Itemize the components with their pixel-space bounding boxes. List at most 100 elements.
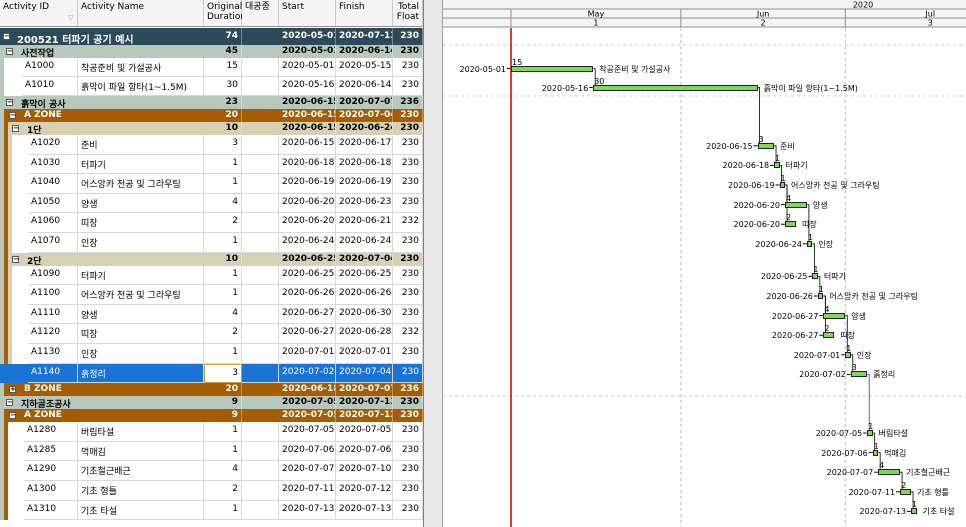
total-float-cell: 230 <box>393 409 423 423</box>
wbs-band-wbs1[interactable]: − 흙막이 공사 23 2020-06-15 2020-07-07 236 <box>0 96 423 109</box>
col-header-finish-label: Finish <box>339 2 365 12</box>
table-row[interactable]: A1285 먹매김 1 2020-07-06 2020-07-06 230 <box>0 441 423 462</box>
table-row[interactable]: A1280 버림타설 1 2020-07-05 2020-07-05 230 <box>0 422 423 442</box>
collapse-icon[interactable]: − <box>9 112 16 119</box>
collapse-icon[interactable]: − <box>6 48 13 55</box>
orig-duration-cell: 1 <box>204 500 242 521</box>
activity-name-cell: 어스앙카 천공 및 그라우팅 <box>78 285 204 305</box>
indent-guide <box>0 109 4 122</box>
activity-name-cell: 기초 타설 <box>78 500 204 521</box>
wbs-band-wbs1[interactable]: − 지하골조공사 9 2020-07-05 2020-07-13 230 <box>0 396 423 410</box>
table-row[interactable]: A1140 흙정리 3 2020-07-02 2020-07-04 230 <box>0 363 423 384</box>
finish-date-cell: 2020-06-14 <box>336 45 393 58</box>
bar-duration-label: 1 <box>873 441 879 451</box>
table-row[interactable]: A1050 양생 4 2020-06-20 2020-06-23 230 <box>0 193 423 214</box>
total-float-cell: 232 <box>393 213 423 233</box>
start-date-cell: 2020-06-18 <box>279 154 336 175</box>
wbs-band-zone[interactable]: + B ZONE 20 2020-06-18 2020-07-07 236 <box>0 383 423 397</box>
table-row[interactable]: A1090 터파기 1 2020-06-25 2020-06-25 230 <box>0 265 423 286</box>
bar-name-label: 기초철근배근 <box>906 468 951 478</box>
bar-duration-label: 15 <box>512 57 523 67</box>
wbs-band-project[interactable]: −200521 터파기 공기 예시 74 2020-05-01 2020-07-13 2… <box>0 28 423 45</box>
orig-duration-cell: 1 <box>204 344 242 364</box>
activity-name-cell: 양생 <box>78 193 204 214</box>
finish-date-cell: 2020-06-25 <box>336 265 393 286</box>
col-header-activity-name[interactable]: Activity Name <box>78 0 204 27</box>
table-row[interactable]: A1130 인장 1 2020-07-01 2020-07-01 230 <box>0 344 423 364</box>
timescale-year: 2020 <box>853 1 873 10</box>
finish-date-cell: 2020-07-07 <box>336 96 393 109</box>
collapse-icon[interactable]: − <box>12 255 19 263</box>
table-row[interactable]: A1290 기초철근배근 4 2020-07-07 2020-07-10 230 <box>0 461 423 481</box>
activity-bar[interactable] <box>593 84 758 91</box>
table-row[interactable]: A1020 준비 3 2020-06-15 2020-06-17 230 <box>0 135 423 155</box>
col-header-total-float[interactable]: Total Float <box>393 0 423 27</box>
table-row[interactable]: A1000 착공준비 및 가설공사 15 2020-05-01 2020-05-15 23… <box>0 58 423 77</box>
bar-name-label: 양생 <box>812 200 828 210</box>
orig-duration-cell: 1 <box>204 285 242 305</box>
bar-duration-label: 4 <box>786 193 792 203</box>
indent-guide <box>0 383 4 397</box>
collapse-icon[interactable]: − <box>3 33 10 40</box>
bar-name-label: 인장 <box>856 350 872 360</box>
table-row[interactable]: A1110 양생 4 2020-06-27 2020-06-30 230 <box>0 304 423 325</box>
indent-guide <box>4 252 8 266</box>
col-header-start[interactable]: Start <box>279 0 336 27</box>
bar-name-label: 인장 <box>818 239 834 249</box>
collapse-icon[interactable]: − <box>9 412 16 420</box>
wbs-band-dan[interactable]: − 1단 10 2020-06-15 2020-06-24 230 <box>0 122 423 135</box>
daegongjong-cell <box>242 304 279 325</box>
sort-arrow-icon[interactable]: ▽ <box>68 13 73 23</box>
daegongjong-cell <box>242 154 279 175</box>
bar-name-label: 흙정리 <box>873 370 896 380</box>
orig-duration-cell: 2 <box>204 213 242 233</box>
wbs-band-wbs1[interactable]: − 사전작업 45 2020-05-01 2020-06-14 230 <box>0 45 423 58</box>
activity-name-cell: 터파기 <box>78 265 204 286</box>
collapse-icon[interactable]: − <box>6 399 13 407</box>
daegongjong-cell <box>242 422 279 442</box>
orig-duration-cell: 30 <box>204 77 242 96</box>
col-header-orig-duration[interactable]: Original Duration <box>204 0 246 27</box>
col-header-daegongjong[interactable]: 대공종 <box>242 0 279 27</box>
collapse-icon[interactable]: − <box>12 125 19 132</box>
table-row[interactable]: A1060 띠장 2 2020-06-20 2020-06-21 232 <box>0 213 423 233</box>
table-row[interactable]: A1120 띠장 2 2020-06-27 2020-06-28 232 <box>0 324 423 344</box>
wbs-band-dan[interactable]: −2단 10 2020-06-25 2020-07-04 230 <box>0 252 423 266</box>
table-row[interactable]: A1030 터파기 1 2020-06-18 2020-06-18 230 <box>0 154 423 175</box>
finish-date-cell: 2020-06-24 <box>336 233 393 253</box>
table-row[interactable]: A1040 어스앙카 천공 및 그라우팅 1 2020-06-19 2020-06-19… <box>0 174 423 194</box>
finish-date-cell: 2020-07-04 <box>336 363 393 384</box>
col-header-activity-id[interactable]: Activity ID ▽ <box>0 0 78 27</box>
table-row[interactable]: A1310 기초 타설 1 2020-07-13 2020-07-13 230 <box>0 500 423 521</box>
timescale-week: 3 <box>928 19 933 28</box>
activity-name-cell: 인장 <box>78 233 204 253</box>
start-date-cell: 2020-06-26 <box>279 285 336 305</box>
table-row[interactable]: A1010 흙막이 파일 항타(1~1.5M) 30 2020-05-16 2020-0… <box>0 77 423 96</box>
bar-duration-label: 2 <box>824 324 830 334</box>
orig-duration-cell: 1 <box>204 174 242 194</box>
total-float-cell: 230 <box>393 109 423 122</box>
bar-start-date-label: 2020-06-15 <box>706 141 753 151</box>
table-row[interactable]: A1070 인장 1 2020-06-24 2020-06-24 230 <box>0 233 423 253</box>
orig-duration-cell: 10 <box>204 252 242 266</box>
activity-bar[interactable] <box>511 65 594 72</box>
bar-duration-label: 1 <box>818 285 824 294</box>
expand-icon[interactable]: + <box>9 386 16 394</box>
wbs-band-zone[interactable]: − A ZONE 9 2020-07-05 2020-07-13 230 <box>0 409 423 423</box>
table-row[interactable]: A1300 기초 형틀 2 2020-07-11 2020-07-12 230 <box>0 481 423 501</box>
col-header-finish[interactable]: Finish <box>336 0 393 27</box>
orig-duration-cell: 1 <box>204 233 242 253</box>
collapse-icon[interactable]: − <box>6 99 13 106</box>
total-float-cell: 230 <box>393 135 423 155</box>
bar-duration-label: 1 <box>780 174 786 183</box>
indent-guide <box>0 96 4 109</box>
indent-guide <box>8 174 12 194</box>
indent-guide <box>4 481 8 501</box>
indent-guide <box>8 233 12 253</box>
pane-splitter[interactable] <box>424 0 443 527</box>
activity-name-cell: 인장 <box>78 344 204 364</box>
table-row[interactable]: A1100 어스앙카 천공 및 그라우팅 1 2020-06-26 2020-06-26… <box>0 285 423 305</box>
wbs-band-zone[interactable]: − A ZONE 20 2020-06-15 2020-07-04 230 <box>0 109 423 122</box>
finish-date-cell: 2020-06-17 <box>336 135 393 155</box>
bar-name-label: 준비 <box>780 141 795 151</box>
